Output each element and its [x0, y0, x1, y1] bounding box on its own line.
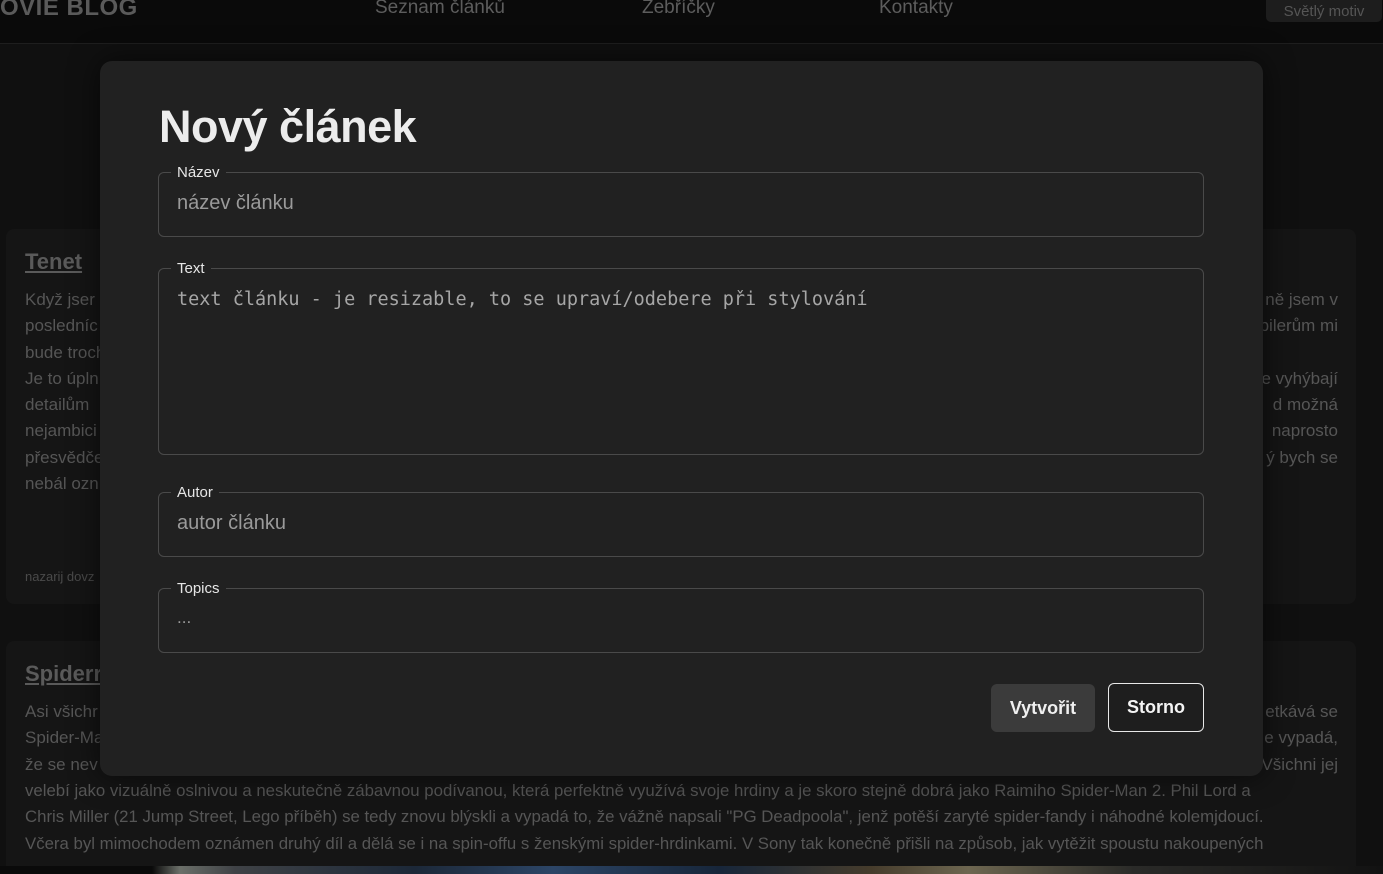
topics-input[interactable] — [177, 608, 1177, 628]
create-button[interactable]: Vytvořit — [991, 684, 1095, 732]
nav-contacts[interactable]: Kontakty — [879, 0, 953, 19]
text-line: Chris Miller (21 Jump Street, Lego příbě… — [25, 807, 1264, 827]
text-field: Text — [158, 260, 1204, 455]
article-image — [0, 866, 1383, 874]
article-title[interactable]: Spiderr — [25, 661, 102, 687]
text-input[interactable] — [177, 287, 1187, 447]
article-title[interactable]: Tenet — [25, 249, 82, 275]
author-input[interactable] — [177, 512, 1177, 535]
text-line: velebí jako vizuálně oslnivou a neskuteč… — [25, 781, 1251, 800]
modal-title: Nový článek — [159, 101, 417, 152]
nav-article-list[interactable]: Seznam článků — [375, 0, 505, 19]
name-input[interactable] — [177, 192, 1177, 215]
article-text-full: velebí jako vizuálně oslnivou a neskuteč… — [25, 778, 1338, 857]
article-author: nazarij dovz — [25, 569, 95, 584]
author-label: Autor — [171, 484, 219, 501]
site-logo[interactable]: OVIE BLOG — [0, 0, 138, 22]
author-field: Autor — [158, 484, 1204, 557]
cancel-button[interactable]: Storno — [1108, 683, 1204, 732]
text-label: Text — [171, 260, 211, 277]
theme-toggle-button[interactable]: Světlý motiv — [1266, 0, 1382, 22]
name-label: Název — [171, 164, 226, 181]
top-navigation-bar: OVIE BLOG Seznam článků Žebříčky Kontakt… — [0, 0, 1383, 44]
topics-label: Topics — [171, 580, 226, 597]
text-line: Včera byl mimochodem oznámen druhý díl a… — [25, 833, 1264, 853]
nav-rankings[interactable]: Žebříčky — [642, 0, 715, 19]
new-article-modal: Nový článek Název Text Autor Topics Vytv… — [100, 61, 1263, 776]
topics-field: Topics — [158, 580, 1204, 653]
name-field: Název — [158, 164, 1204, 237]
